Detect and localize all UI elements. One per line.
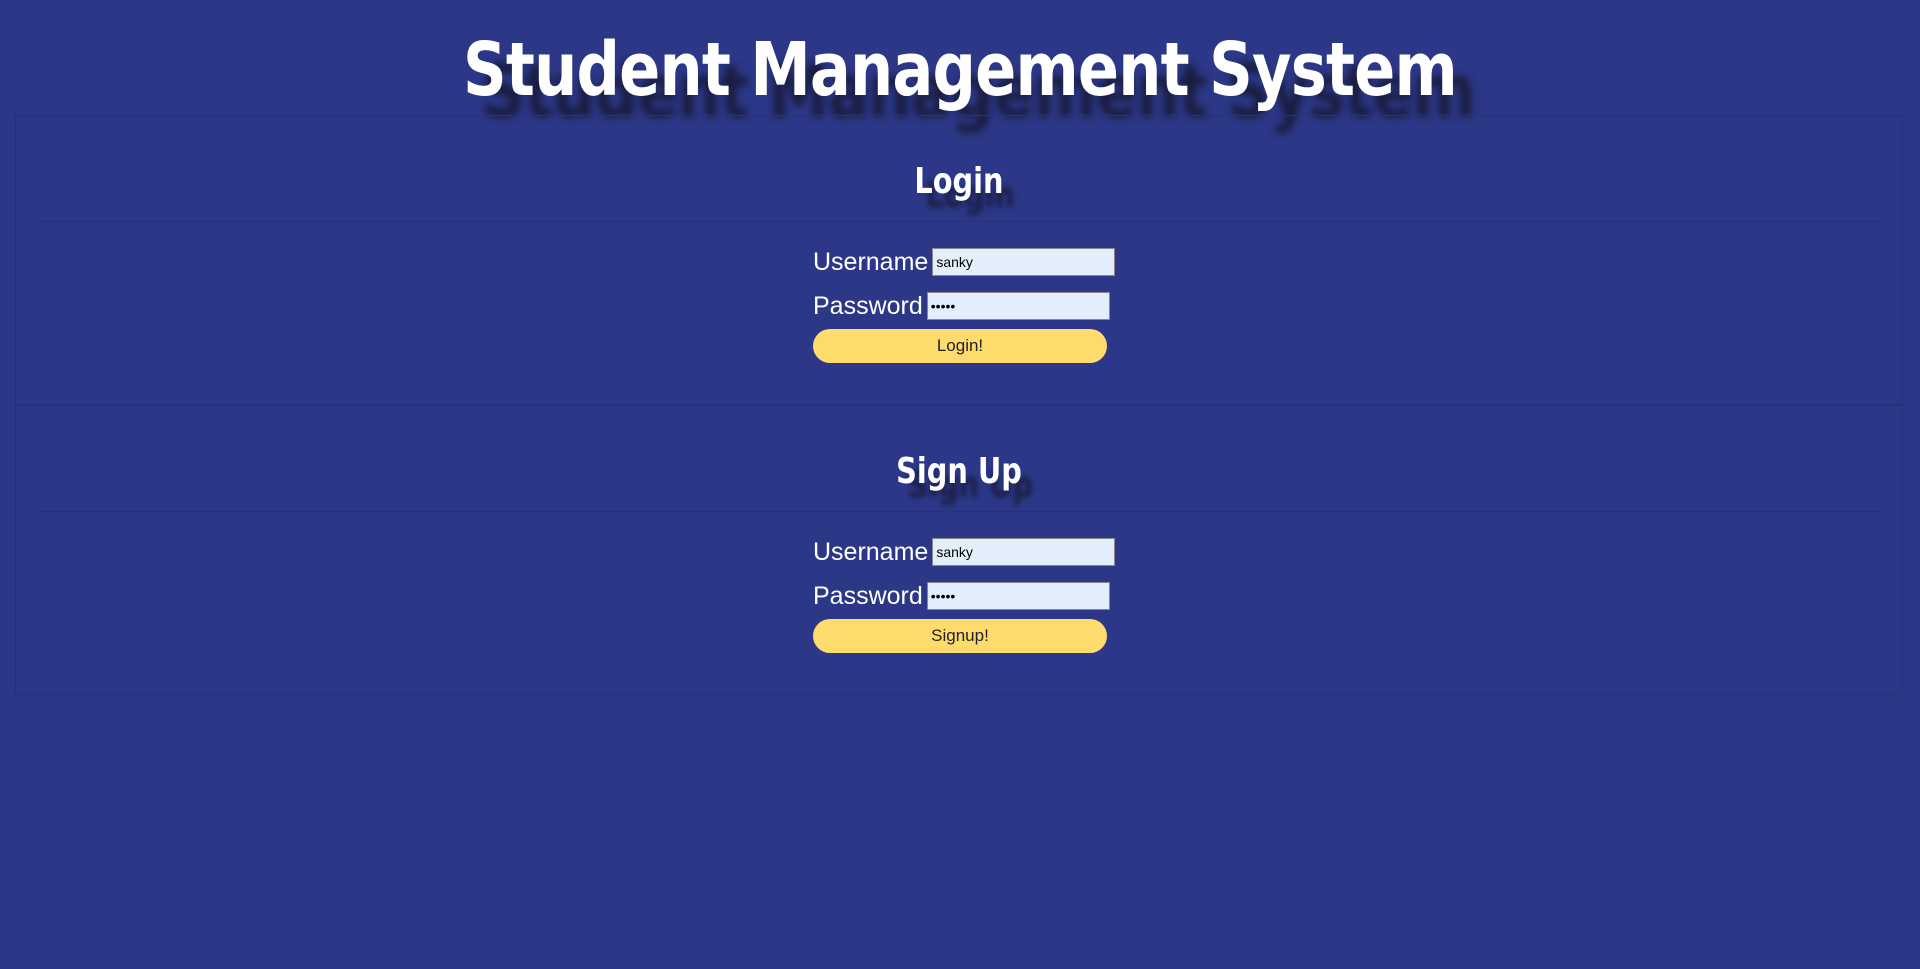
login-title: Login [914, 161, 1004, 202]
signup-password-input[interactable] [926, 582, 1110, 610]
signup-panel: Sign Up Username Password Signup! [15, 405, 1903, 695]
signup-form: Username Password Signup! [813, 537, 1116, 653]
login-password-label: Password [813, 291, 923, 320]
login-panel: Login Username Password Login! [15, 115, 1903, 405]
signup-button[interactable]: Signup! [813, 619, 1107, 653]
login-password-row: Password [813, 291, 1110, 321]
signup-password-label: Password [813, 581, 923, 610]
signup-password-row: Password [813, 581, 1110, 611]
signup-divider [38, 511, 1880, 512]
login-button[interactable]: Login! [813, 329, 1107, 363]
signup-username-label: Username [813, 537, 929, 566]
page-title: Student Management System [463, 27, 1458, 113]
login-username-label: Username [813, 247, 929, 276]
login-password-input[interactable] [926, 292, 1110, 320]
login-form: Username Password Login! [813, 247, 1116, 363]
signup-username-row: Username [813, 537, 1116, 567]
login-username-input[interactable] [932, 248, 1116, 276]
signup-title: Sign Up [896, 451, 1022, 492]
signup-username-input[interactable] [932, 538, 1116, 566]
login-divider [38, 221, 1880, 222]
page: Student Management System Login Username… [0, 0, 1920, 969]
login-username-row: Username [813, 247, 1116, 277]
